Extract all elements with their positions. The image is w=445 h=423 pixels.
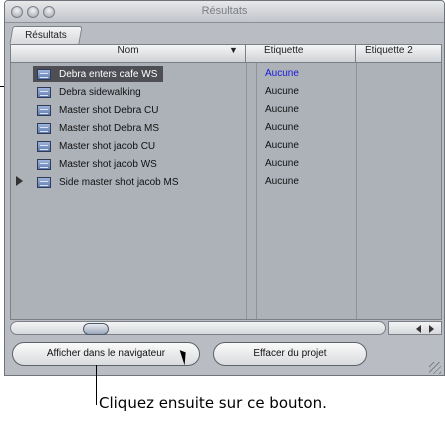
row-name-cell[interactable]: Side master shot jacob MS <box>33 174 185 190</box>
callout-line <box>96 365 97 405</box>
table-row[interactable]: Master shot Debra MS Aucune <box>11 119 441 137</box>
row-name: Master shot jacob CU <box>59 140 156 152</box>
table-row[interactable]: Master shot jacob WS Aucune <box>11 155 441 173</box>
table-row[interactable]: Debra sidewalking Aucune <box>11 83 441 101</box>
scroll-track[interactable] <box>10 321 386 335</box>
row-name: Side master shot jacob MS <box>59 176 179 188</box>
row-label[interactable]: Aucune <box>265 104 299 115</box>
results-window: Résultats Résultats Nom ▼ Étiquette Étiq… <box>4 0 445 376</box>
clip-icon <box>37 86 51 98</box>
tab-label: Résultats <box>25 30 67 41</box>
row-name-cell[interactable]: Master shot Debra MS <box>33 120 165 136</box>
sort-descending-icon[interactable]: ▼ <box>229 45 243 63</box>
rows-container: Debra enters cafe WS Aucune Debra sidewa… <box>11 65 441 191</box>
remove-from-project-button[interactable]: Effacer du projet <box>213 342 367 366</box>
scroll-right-icon[interactable] <box>429 325 434 333</box>
scroll-left-icon[interactable] <box>416 325 421 333</box>
row-name-cell[interactable]: Master shot jacob WS <box>33 156 163 172</box>
row-label[interactable]: Aucune <box>265 176 299 187</box>
callout-text: Cliquez ensuite sur ce bouton. <box>99 394 327 412</box>
tab-results[interactable]: Résultats <box>9 26 83 44</box>
row-name: Debra enters cafe WS <box>59 68 158 80</box>
column-header-name[interactable]: Nom <box>11 45 246 63</box>
scroll-thumb[interactable] <box>83 323 109 335</box>
clip-icon <box>37 158 51 170</box>
column-header-bar: Nom ▼ Étiquette Étiquette 2 <box>11 45 441 63</box>
row-name: Master shot Debra CU <box>59 104 159 116</box>
row-name-cell[interactable]: Master shot jacob CU <box>33 138 161 154</box>
row-name: Master shot Debra MS <box>59 122 160 134</box>
row-name-cell[interactable]: Debra sidewalking <box>33 84 147 100</box>
scroll-arrows <box>388 321 442 335</box>
clip-icon <box>37 68 51 80</box>
column-header-label-2[interactable]: Étiquette 2 <box>357 45 441 63</box>
resize-grip-icon[interactable] <box>429 362 441 374</box>
row-name-cell[interactable]: Debra enters cafe WS <box>33 66 164 82</box>
row-name: Debra sidewalking <box>59 86 141 98</box>
window-title: Résultats <box>201 5 248 17</box>
table-row[interactable]: Master shot Debra CU Aucune <box>11 101 441 119</box>
clip-icon <box>37 104 51 116</box>
clip-icon <box>37 176 51 188</box>
row-label[interactable]: Aucune <box>265 86 299 97</box>
disclosure-triangle-icon[interactable] <box>16 176 23 186</box>
row-label[interactable]: Aucune <box>265 140 299 151</box>
clip-icon <box>37 140 51 152</box>
row-name-cell[interactable]: Master shot Debra CU <box>33 102 164 118</box>
bottom-toolbar: Afficher dans le navigateur Effacer du p… <box>5 339 444 375</box>
clip-icon <box>37 122 51 134</box>
table-row[interactable]: Side master shot jacob MS Aucune <box>11 173 441 191</box>
show-in-browser-button[interactable]: Afficher dans le navigateur <box>12 342 200 366</box>
title-bar[interactable]: Résultats <box>5 1 444 23</box>
table-row[interactable]: Debra enters cafe WS Aucune <box>11 65 441 83</box>
row-label[interactable]: Aucune <box>265 158 299 169</box>
table-row[interactable]: Master shot jacob CU Aucune <box>11 137 441 155</box>
row-label[interactable]: Aucune <box>265 122 299 133</box>
row-name: Master shot jacob WS <box>59 158 157 170</box>
column-header-label[interactable]: Étiquette <box>256 45 356 63</box>
row-label[interactable]: Aucune <box>265 68 299 79</box>
results-list[interactable]: Nom ▼ Étiquette Étiquette 2 Debra enters… <box>10 44 442 320</box>
horizontal-scrollbar[interactable] <box>10 321 442 335</box>
